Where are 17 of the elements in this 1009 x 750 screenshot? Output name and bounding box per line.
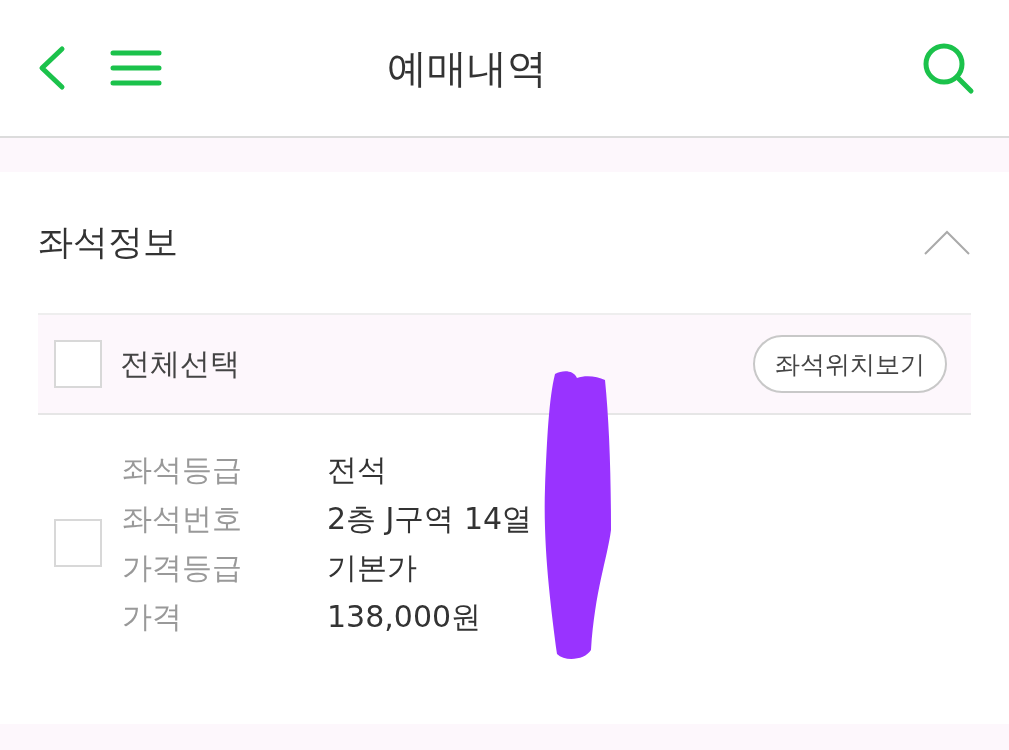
field-value: 138,000원 bbox=[327, 598, 483, 636]
field-label: 좌석번호 bbox=[122, 500, 243, 538]
section-title: 좌석정보 bbox=[38, 221, 178, 264]
field-value: 2층 J구역 14열 bbox=[327, 500, 533, 538]
page-title: 예매내역 bbox=[385, 43, 548, 93]
field-value: 기본가 bbox=[327, 549, 418, 587]
seat-map-button[interactable]: 좌석위치보기 bbox=[753, 335, 947, 393]
field-label: 가격등급 bbox=[122, 549, 243, 587]
field-label: 좌석등급 bbox=[122, 451, 243, 489]
field-label: 가격 bbox=[122, 598, 183, 636]
search-icon[interactable] bbox=[921, 41, 975, 95]
collapse-icon[interactable] bbox=[923, 229, 971, 256]
field-value: 전석 bbox=[327, 451, 388, 489]
checkbox[interactable] bbox=[54, 340, 102, 388]
select-all-label[interactable]: 전체선택 bbox=[120, 343, 753, 385]
menu-icon[interactable] bbox=[110, 49, 162, 87]
checkbox[interactable] bbox=[54, 519, 102, 567]
